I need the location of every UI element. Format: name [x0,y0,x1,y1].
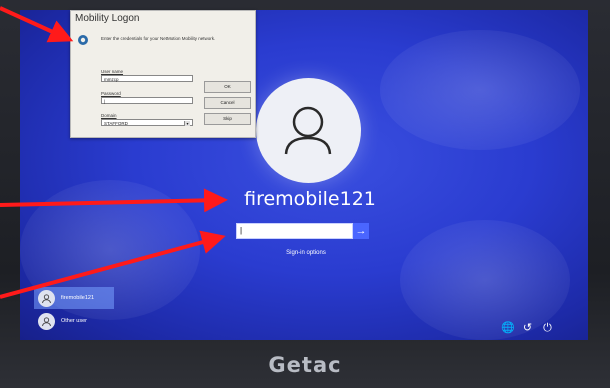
password-field[interactable]: | [101,97,193,104]
password-input[interactable]: | [236,223,353,239]
dialog-prompt: Enter the credentials for your NetMotion… [101,36,216,41]
user-list-item-firemobile121[interactable]: firemobile121 [34,287,114,309]
accessibility-icon[interactable]: ↺ [521,322,534,335]
signin-options-link[interactable]: Sign-in options [256,250,356,256]
network-icon[interactable]: 🌐 [501,322,515,335]
person-icon [42,293,51,303]
domain-value: STAFFORD [104,121,128,126]
user-list-item-other-user[interactable]: Other user [34,310,114,332]
person-icon [42,316,51,326]
username-label: User name [101,69,124,74]
netmotion-logo-icon [78,35,88,45]
user-avatar-small [38,312,55,330]
user-avatar [256,78,361,183]
domain-label: Domain [101,113,117,118]
username-field[interactable]: mmzcp [101,75,193,82]
domain-select[interactable]: STAFFORD ▾ [101,119,193,126]
brand-logo: Getac [268,353,342,377]
ok-button[interactable]: OK [204,81,251,93]
password-label: Password [101,91,121,96]
dialog-title: Mobility Logon [75,13,140,24]
user-list-name: firemobile121 [61,295,95,301]
cancel-button[interactable]: Cancel [204,97,251,109]
skip-button[interactable]: Skip [204,113,251,125]
chevron-down-icon[interactable]: ▾ [184,121,190,126]
user-avatar-small [38,289,55,307]
arrow-right-icon[interactable]: → [353,223,369,239]
person-icon [284,106,332,155]
username-title: firemobile121 [244,188,376,210]
user-list-name: Other user [61,318,87,324]
mobility-logon-dialog: Mobility Logon Enter the credentials for… [70,10,256,138]
power-icon[interactable]: ⏻ [541,322,554,335]
